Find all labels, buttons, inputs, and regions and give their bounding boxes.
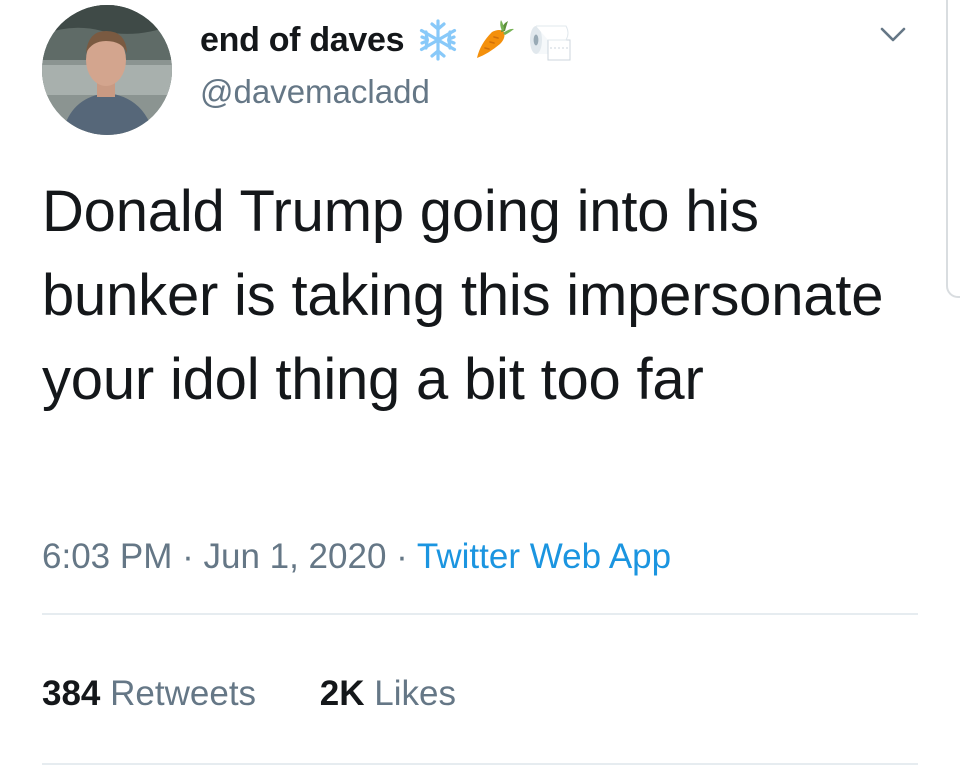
author-handle[interactable]: @davemacladd [200,73,430,111]
retweets-stat[interactable]: 384 Retweets [42,674,256,714]
tweet-text: Donald Trump going into his bunker is ta… [42,179,884,412]
toilet-paper-icon [528,18,572,62]
likes-count: 2K [319,674,365,713]
meta-separator: · [396,537,408,576]
tweet-time[interactable]: 6:03 PM [42,537,172,576]
meta-separator: · [182,537,194,576]
scrollbar-edge [946,0,960,298]
tweet-date[interactable]: Jun 1, 2020 [203,537,386,576]
divider [42,763,918,765]
avatar[interactable] [42,5,172,135]
retweets-label: Retweets [110,674,257,713]
tweet-stats: 384 Retweets 2K Likes [42,674,456,714]
tweet-meta: 6:03 PM · Jun 1, 2020 · Twitter Web App [42,537,671,577]
retweets-count: 384 [42,674,101,713]
likes-stat[interactable]: 2K Likes [320,674,456,714]
tweet-source-link[interactable]: Twitter Web App [417,537,671,576]
carrot-icon [472,18,516,62]
display-name-row[interactable]: end of daves [200,18,572,62]
divider [42,613,918,615]
chevron-down-icon[interactable] [876,20,910,50]
likes-label: Likes [374,674,456,713]
display-name[interactable]: end of daves [200,21,405,60]
snowflake-icon [416,18,460,62]
tweet: end of daves @davemacladd Donald Trump g… [0,0,960,768]
